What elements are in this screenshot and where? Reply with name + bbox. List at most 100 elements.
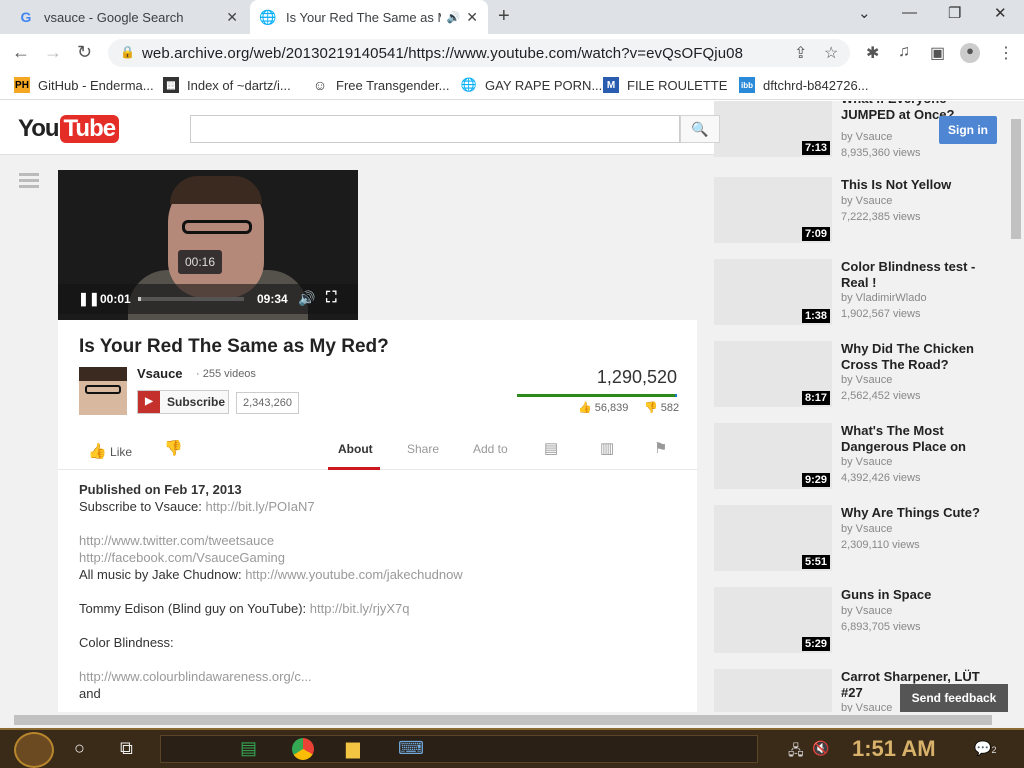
bookmark-item[interactable]: 🌐 GAY RAPE PORN... bbox=[461, 77, 602, 93]
colour-blind-link[interactable]: http://www.colourblindawareness.org/c... bbox=[79, 668, 669, 685]
close-window-button[interactable]: ✕ bbox=[994, 4, 1007, 22]
sign-in-button[interactable]: Sign in bbox=[939, 116, 997, 144]
related-video[interactable]: 5:51 Why Are Things Cute? by Vsauce 2,30… bbox=[714, 505, 1008, 575]
tab-share[interactable]: Share bbox=[407, 442, 439, 456]
fullscreen-icon[interactable]: ⛶ bbox=[326, 289, 337, 306]
progress-bar[interactable] bbox=[138, 297, 244, 301]
scroll-thumb[interactable] bbox=[1011, 119, 1021, 239]
video-player[interactable]: 00:16 ❚❚ 00:01 09:34 🔊 ⛶ bbox=[58, 170, 358, 320]
video-thumbnail[interactable]: 7:13 bbox=[714, 101, 832, 157]
video-thumbnail[interactable]: 8:17 bbox=[714, 341, 832, 407]
task-view-icon[interactable]: ⧉ bbox=[120, 738, 133, 759]
tab-youtube-video[interactable]: 🌐 Is Your Red The Same as M 🔊 ✕ bbox=[250, 0, 488, 34]
related-video-title[interactable]: This Is Not Yellow bbox=[841, 177, 987, 193]
restore-button[interactable]: ❐ bbox=[948, 4, 961, 22]
tab-add-to[interactable]: Add to bbox=[473, 442, 508, 456]
profile-avatar-icon[interactable]: ● bbox=[960, 43, 980, 63]
horizontal-scrollbar[interactable] bbox=[0, 712, 1024, 728]
related-video-channel: by Vsauce bbox=[841, 131, 893, 143]
related-video-title[interactable]: Why Did The Chicken Cross The Road? bbox=[841, 341, 987, 373]
chrome-app-icon[interactable] bbox=[292, 738, 314, 760]
pause-icon[interactable]: ❚❚ bbox=[78, 291, 100, 307]
report-flag-icon[interactable]: ⚑ bbox=[654, 439, 667, 457]
volume-icon[interactable]: 🔊 bbox=[298, 290, 315, 307]
menu-kebab-icon[interactable]: ⋮ bbox=[998, 43, 1014, 63]
channel-avatar[interactable] bbox=[79, 367, 127, 415]
share-icon[interactable]: ⇪ bbox=[794, 43, 807, 63]
bookmark-star-icon[interactable]: ☆ bbox=[824, 43, 838, 63]
bookmark-item[interactable]: ibb dftchrd-b842726... bbox=[739, 77, 869, 93]
edison-link[interactable]: http://bit.ly/rjyX7q bbox=[310, 601, 410, 616]
volume-muted-icon[interactable]: 🔇 bbox=[812, 740, 829, 757]
network-icon[interactable]: 🖧 bbox=[788, 740, 804, 764]
transcript-icon[interactable]: ▤ bbox=[544, 439, 558, 457]
keyboard-app-icon[interactable]: ⌨ bbox=[398, 738, 424, 759]
scroll-thumb[interactable] bbox=[14, 715, 992, 725]
related-video[interactable]: 1:38 Color Blindness test - Real ! by Vl… bbox=[714, 259, 1008, 329]
bookmark-label: Free Transgender... bbox=[336, 77, 450, 93]
bookmark-item[interactable]: ▦ Index of ~dartz/i... bbox=[163, 77, 291, 93]
related-video[interactable]: 8:17 Why Did The Chicken Cross The Road?… bbox=[714, 341, 1008, 411]
dislike-button[interactable]: 👎 bbox=[164, 439, 183, 457]
video-thumbnail[interactable] bbox=[714, 669, 832, 712]
tab-search-chevron-down-icon[interactable]: ⌄ bbox=[858, 4, 871, 22]
video-thumbnail[interactable]: 1:38 bbox=[714, 259, 832, 325]
media-control-icon[interactable]: ♫ bbox=[898, 43, 910, 61]
close-tab-icon[interactable]: ✕ bbox=[466, 9, 478, 26]
video-thumbnail[interactable]: 5:51 bbox=[714, 505, 832, 571]
new-tab-button[interactable]: + bbox=[498, 5, 510, 28]
music-link[interactable]: http://www.youtube.com/jakechudnow bbox=[245, 567, 463, 582]
video-thumbnail[interactable]: 7:09 bbox=[714, 177, 832, 243]
video-info-panel: Is Your Red The Same as My Red? Vsauce ·… bbox=[58, 320, 697, 712]
statistics-icon[interactable]: ▥ bbox=[600, 439, 614, 457]
notification-icon[interactable]: 💬2 bbox=[974, 740, 996, 757]
facebook-link[interactable]: http://facebook.com/VsauceGaming bbox=[79, 549, 669, 566]
clock[interactable]: 1:51 AM bbox=[852, 736, 936, 762]
bookmark-item[interactable]: M FILE ROULETTE bbox=[603, 77, 727, 93]
guide-menu-icon[interactable] bbox=[19, 173, 39, 191]
bookmark-item[interactable]: ☺ Free Transgender... bbox=[312, 77, 450, 93]
related-video-channel: by VladimirWlado bbox=[841, 292, 927, 304]
minimize-button[interactable]: — bbox=[902, 4, 917, 21]
related-video[interactable]: 5:29 Guns in Space by Vsauce 6,893,705 v… bbox=[714, 587, 1008, 657]
search-input[interactable] bbox=[190, 115, 680, 143]
channel-name[interactable]: Vsauce bbox=[137, 366, 183, 381]
lock-icon[interactable]: 🔒 bbox=[120, 45, 135, 59]
related-video-title[interactable]: What's The Most Dangerous Place on bbox=[841, 423, 987, 455]
subscribe-button[interactable]: ▶ Subscribe bbox=[137, 390, 229, 414]
reload-icon[interactable]: ↻ bbox=[77, 42, 92, 63]
related-video-title[interactable]: Why Are Things Cute? bbox=[841, 505, 987, 521]
address-bar[interactable]: 🔒 web.archive.org/web/20130219140541/htt… bbox=[108, 39, 850, 67]
tab-title: vsauce - Google Search bbox=[44, 9, 184, 25]
tab-about[interactable]: About bbox=[338, 442, 373, 456]
video-thumbnail[interactable]: 5:29 bbox=[714, 587, 832, 653]
twitter-link[interactable]: http://www.twitter.com/tweetsauce bbox=[79, 532, 669, 549]
bookmark-label: dftchrd-b842726... bbox=[763, 77, 869, 93]
side-panel-icon[interactable]: ▣ bbox=[930, 43, 945, 63]
related-video-title[interactable]: Guns in Space bbox=[841, 587, 987, 603]
youtube-logo[interactable]: You Tube bbox=[18, 115, 120, 143]
back-arrow-icon[interactable]: ← bbox=[12, 42, 30, 63]
sheets-app-icon[interactable]: ▤ bbox=[240, 738, 257, 759]
like-button[interactable]: 👍 Like bbox=[88, 442, 132, 460]
related-video-channel: by Vsauce bbox=[841, 605, 893, 617]
file-explorer-icon[interactable]: ▆ bbox=[346, 738, 360, 759]
bookmark-item[interactable]: PH GitHub - Enderma... bbox=[14, 77, 154, 93]
tab-google-search[interactable]: G vsauce - Google Search ✕ bbox=[8, 0, 248, 34]
related-video[interactable]: 9:29 What's The Most Dangerous Place on … bbox=[714, 423, 1008, 493]
channel-video-count[interactable]: · 255 videos bbox=[196, 368, 256, 380]
close-tab-icon[interactable]: ✕ bbox=[226, 9, 238, 26]
extensions-puzzle-icon[interactable]: ✱ bbox=[866, 43, 879, 63]
start-button[interactable] bbox=[14, 732, 54, 768]
vertical-scrollbar[interactable] bbox=[1008, 101, 1024, 712]
video-thumbnail[interactable]: 9:29 bbox=[714, 423, 832, 489]
related-video-title[interactable]: Color Blindness test - Real ! bbox=[841, 259, 987, 291]
search-icon[interactable]: 🔍 bbox=[680, 115, 720, 143]
send-feedback-button[interactable]: Send feedback bbox=[900, 684, 1008, 712]
subscribe-link[interactable]: http://bit.ly/POIaN7 bbox=[205, 499, 314, 514]
forward-arrow-icon[interactable]: → bbox=[44, 42, 62, 63]
audio-playing-icon[interactable]: 🔊 bbox=[447, 11, 461, 24]
related-video[interactable]: 7:09 This Is Not Yellow by Vsauce 7,222,… bbox=[714, 177, 1008, 247]
url-text[interactable]: web.archive.org/web/20130219140541/https… bbox=[142, 45, 743, 62]
search-circle-icon[interactable]: ○ bbox=[74, 738, 85, 759]
